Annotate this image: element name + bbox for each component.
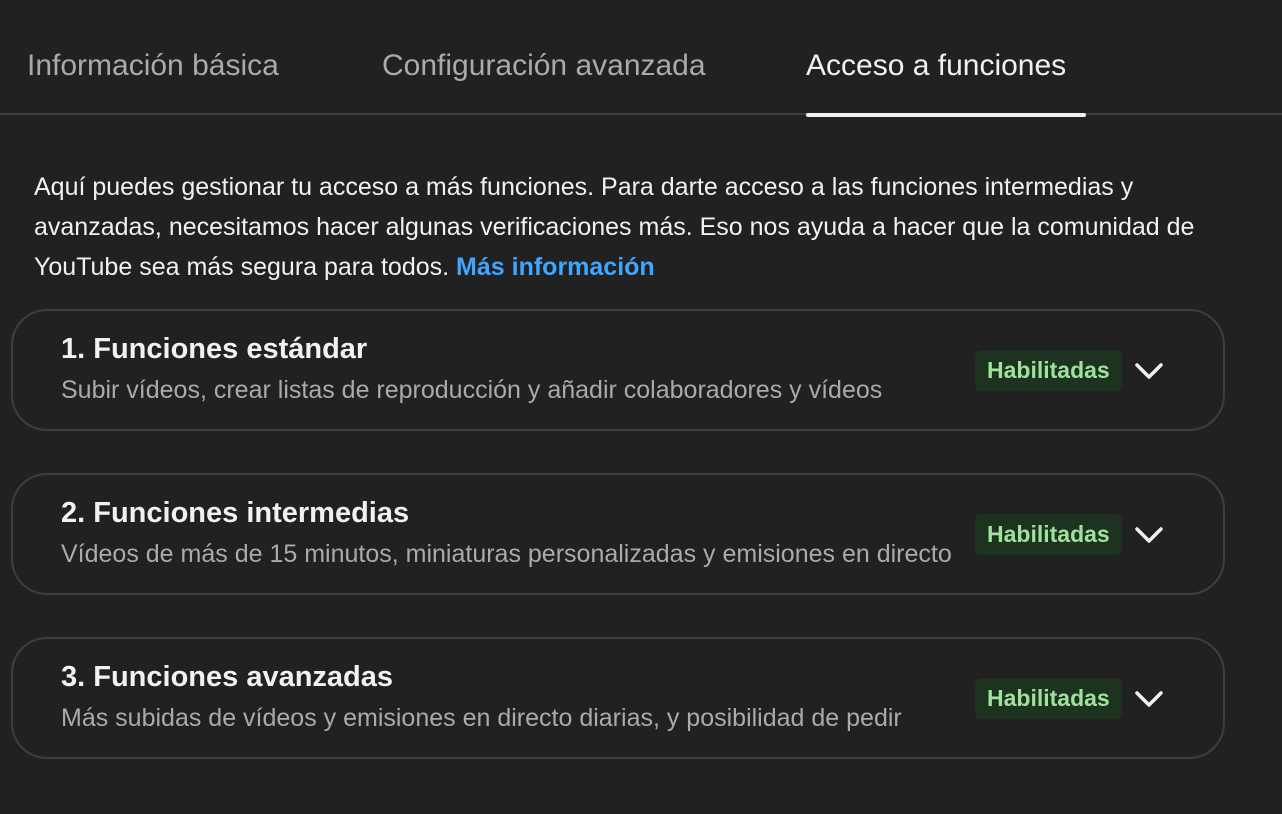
chevron-down-icon[interactable] [1131, 355, 1167, 387]
feature-card-advanced[interactable]: 3. Funciones avanzadas Más subidas de ví… [11, 637, 1225, 759]
chevron-down-icon[interactable] [1131, 683, 1167, 715]
tab-label: Configuración avanzada [382, 49, 706, 82]
feature-card-intermediate[interactable]: 2. Funciones intermedias Vídeos de más d… [11, 473, 1225, 595]
status-badge: Habilitadas [975, 514, 1122, 555]
tab-informacion-basica[interactable]: Información básica [27, 44, 279, 115]
tab-bar: Información básica Configuración avanzad… [0, 0, 1282, 117]
status-badge: Habilitadas [975, 350, 1122, 391]
tab-label: Información básica [27, 49, 279, 82]
feature-description: Vídeos de más de 15 minutos, miniaturas … [61, 540, 952, 568]
chevron-down-icon[interactable] [1131, 519, 1167, 551]
status-badge: Habilitadas [975, 678, 1122, 719]
feature-card-standard[interactable]: 1. Funciones estándar Subir vídeos, crea… [11, 309, 1225, 431]
feature-title: 3. Funciones avanzadas [61, 661, 394, 693]
intro-text: Aquí puedes gestionar tu acceso a más fu… [34, 167, 1214, 287]
tab-acceso-a-funciones[interactable]: Acceso a funciones [806, 44, 1086, 117]
feature-description: Subir vídeos, crear listas de reproducci… [61, 376, 883, 404]
feature-title: 2. Funciones intermedias [61, 497, 410, 529]
active-tab-indicator [806, 113, 1086, 117]
more-info-link[interactable]: Más información [456, 253, 655, 281]
tab-configuracion-avanzada[interactable]: Configuración avanzada [382, 44, 706, 115]
feature-description: Más subidas de vídeos y emisiones en dir… [61, 704, 902, 732]
tab-label: Acceso a funciones [806, 49, 1067, 82]
feature-title: 1. Funciones estándar [61, 333, 368, 365]
